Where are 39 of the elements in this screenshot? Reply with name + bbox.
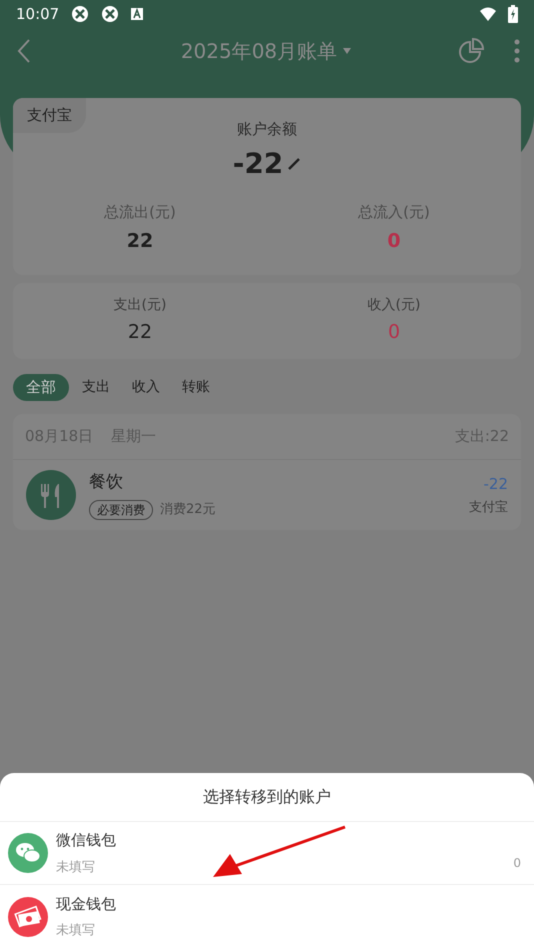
account-item[interactable]: 现金钱包 未填写 <box>0 885 534 948</box>
wifi-icon <box>480 7 496 21</box>
stat-label: 总流入(元) <box>358 202 430 222</box>
account-note: 未填写 <box>56 858 96 876</box>
record-note: 消费22元 <box>160 501 216 519</box>
banknotes-icon <box>8 896 48 936</box>
record-amount: -22 <box>484 474 508 495</box>
stat-value: 22 <box>128 320 152 346</box>
chat-bubbles-icon <box>8 833 48 873</box>
account-balance: 0 <box>513 855 521 872</box>
account-name: 现金钱包 <box>56 894 117 914</box>
category-name: 餐饮 <box>89 471 124 494</box>
filter-tab[interactable]: 支出 <box>81 374 111 400</box>
stat-label: 收入(元) <box>368 296 420 316</box>
stat-label: 总流出(元) <box>104 202 176 222</box>
sheet-title: 选择转移到的账户 <box>203 786 331 808</box>
balance-amount: -22 <box>232 146 284 182</box>
account-name: 微信钱包 <box>56 830 117 851</box>
status-time: 10:07 <box>16 4 60 25</box>
fork-knife-icon <box>26 470 76 520</box>
month-title[interactable]: 2025年08月账单 <box>180 36 338 66</box>
dropdown-caret-icon[interactable] <box>343 48 352 54</box>
filter-tab[interactable]: 转账 <box>181 374 211 400</box>
balance-label: 账户余额 <box>237 119 297 140</box>
account-note: 未填写 <box>56 922 96 940</box>
more-icon[interactable] <box>514 39 520 63</box>
stat-value: 22 <box>126 229 154 254</box>
stat-value: 0 <box>388 320 400 346</box>
keyboard-icon <box>131 8 144 20</box>
stat-label: 支出(元) <box>114 296 166 316</box>
account-tag: 支付宝 <box>13 98 86 132</box>
battery-icon <box>508 5 518 23</box>
filter-tab[interactable]: 收入 <box>131 374 161 400</box>
tag-chip: 必要消费 <box>89 500 153 520</box>
stat-value: 0 <box>387 229 401 254</box>
pie-chart-icon[interactable] <box>458 38 484 64</box>
filter-tab[interactable]: 全部 <box>13 374 69 400</box>
pencil-icon[interactable] <box>287 156 302 170</box>
record-account: 支付宝 <box>469 498 508 516</box>
